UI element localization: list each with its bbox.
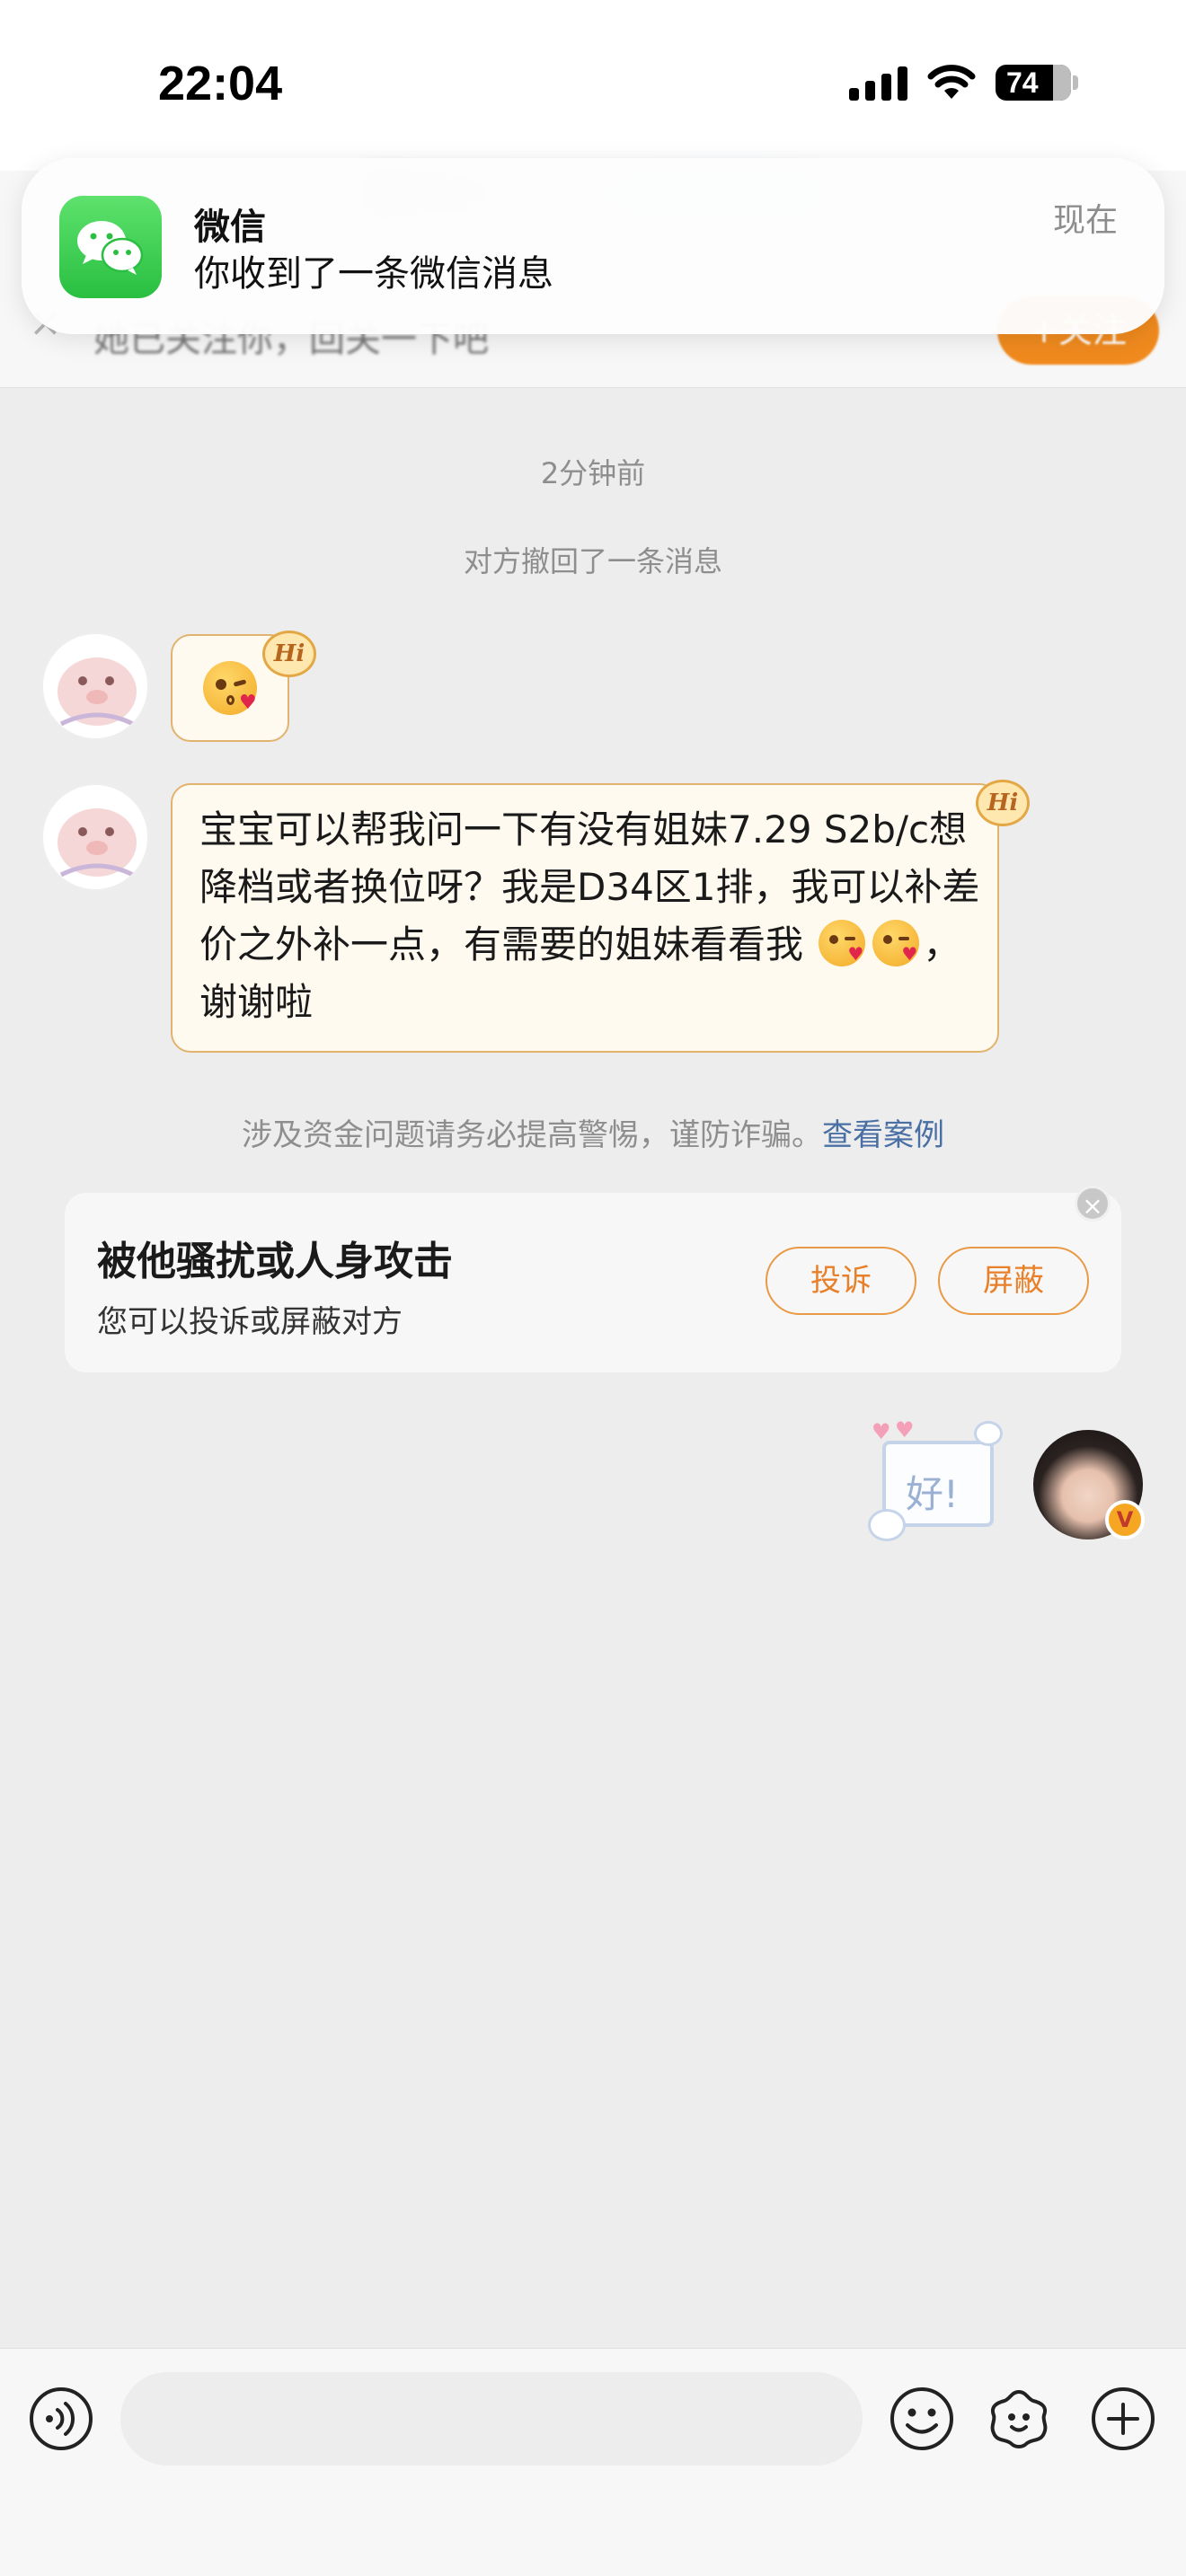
battery-icon: 74 (996, 65, 1071, 101)
notification-app-name: 微信 (194, 207, 266, 248)
battery-level: 74 (1006, 66, 1039, 99)
voice-icon[interactable] (27, 2385, 95, 2453)
fraud-warning-text: 涉及资金问题请务必提高警惕，谨防诈骗。 (242, 1117, 822, 1153)
kissing-face-emoji: ♥ (872, 920, 920, 966)
wechat-icon (59, 196, 162, 298)
kissing-face-emoji: ♥ (819, 920, 866, 966)
plus-icon[interactable] (1089, 2385, 1157, 2453)
chat-timestamp: 2分钟前 (540, 456, 646, 490)
paw-icon (974, 1421, 1003, 1446)
kissing-face-emoji: ♥ (203, 661, 257, 715)
block-button[interactable]: 屏蔽 (938, 1247, 1089, 1315)
emoji-icon[interactable] (888, 2385, 956, 2453)
notification-time: 现在 (1052, 202, 1118, 239)
view-cases-link[interactable]: 查看案例 (822, 1117, 944, 1153)
complain-button[interactable]: 投诉 (766, 1247, 916, 1315)
fraud-warning: 涉及资金问题请务必提高警惕，谨防诈骗。查看案例 (0, 1110, 1186, 1154)
report-card-title: 被他骚扰或人身攻击 (97, 1239, 453, 1284)
avatar[interactable] (41, 783, 149, 891)
input-bar (0, 2348, 1186, 2576)
report-card-subtitle: 您可以投诉或屏蔽对方 (97, 1304, 403, 1340)
avatar[interactable] (41, 632, 149, 740)
heart-icon: ♥ (895, 1417, 915, 1442)
hi-badge: Hi (976, 780, 1030, 826)
verified-icon: V (1105, 1500, 1145, 1539)
hi-badge: Hi (262, 631, 316, 677)
status-bar: 22:04 74 (0, 0, 1186, 171)
paw-icon (868, 1509, 906, 1541)
sticker-icon[interactable] (985, 2385, 1053, 2453)
recall-note: 对方撤回了一条消息 (463, 544, 722, 578)
wifi-icon (927, 65, 976, 101)
wechat-notification[interactable]: 微信 你收到了一条微信消息 现在 (22, 158, 1164, 334)
battery-tip (1073, 75, 1078, 90)
status-icons: 74 (849, 65, 1078, 101)
message-input[interactable] (120, 2372, 863, 2466)
close-icon[interactable]: × (1075, 1186, 1111, 1222)
sticker-message[interactable]: ♥ ♥ 好! (864, 1417, 1017, 1554)
signal-icon (849, 65, 907, 101)
status-time: 22:04 (158, 57, 283, 110)
notification-message: 你收到了一条微信消息 (194, 253, 553, 295)
sticker-text: 好! (906, 1472, 959, 1516)
message-text: 宝宝可以帮我问一下有没有姐妹7.29 S2b/c想降档或者换位呀？我是D34区1… (199, 801, 990, 1031)
report-card: 被他骚扰或人身攻击 您可以投诉或屏蔽对方 投诉 屏蔽 × (65, 1186, 1121, 1372)
